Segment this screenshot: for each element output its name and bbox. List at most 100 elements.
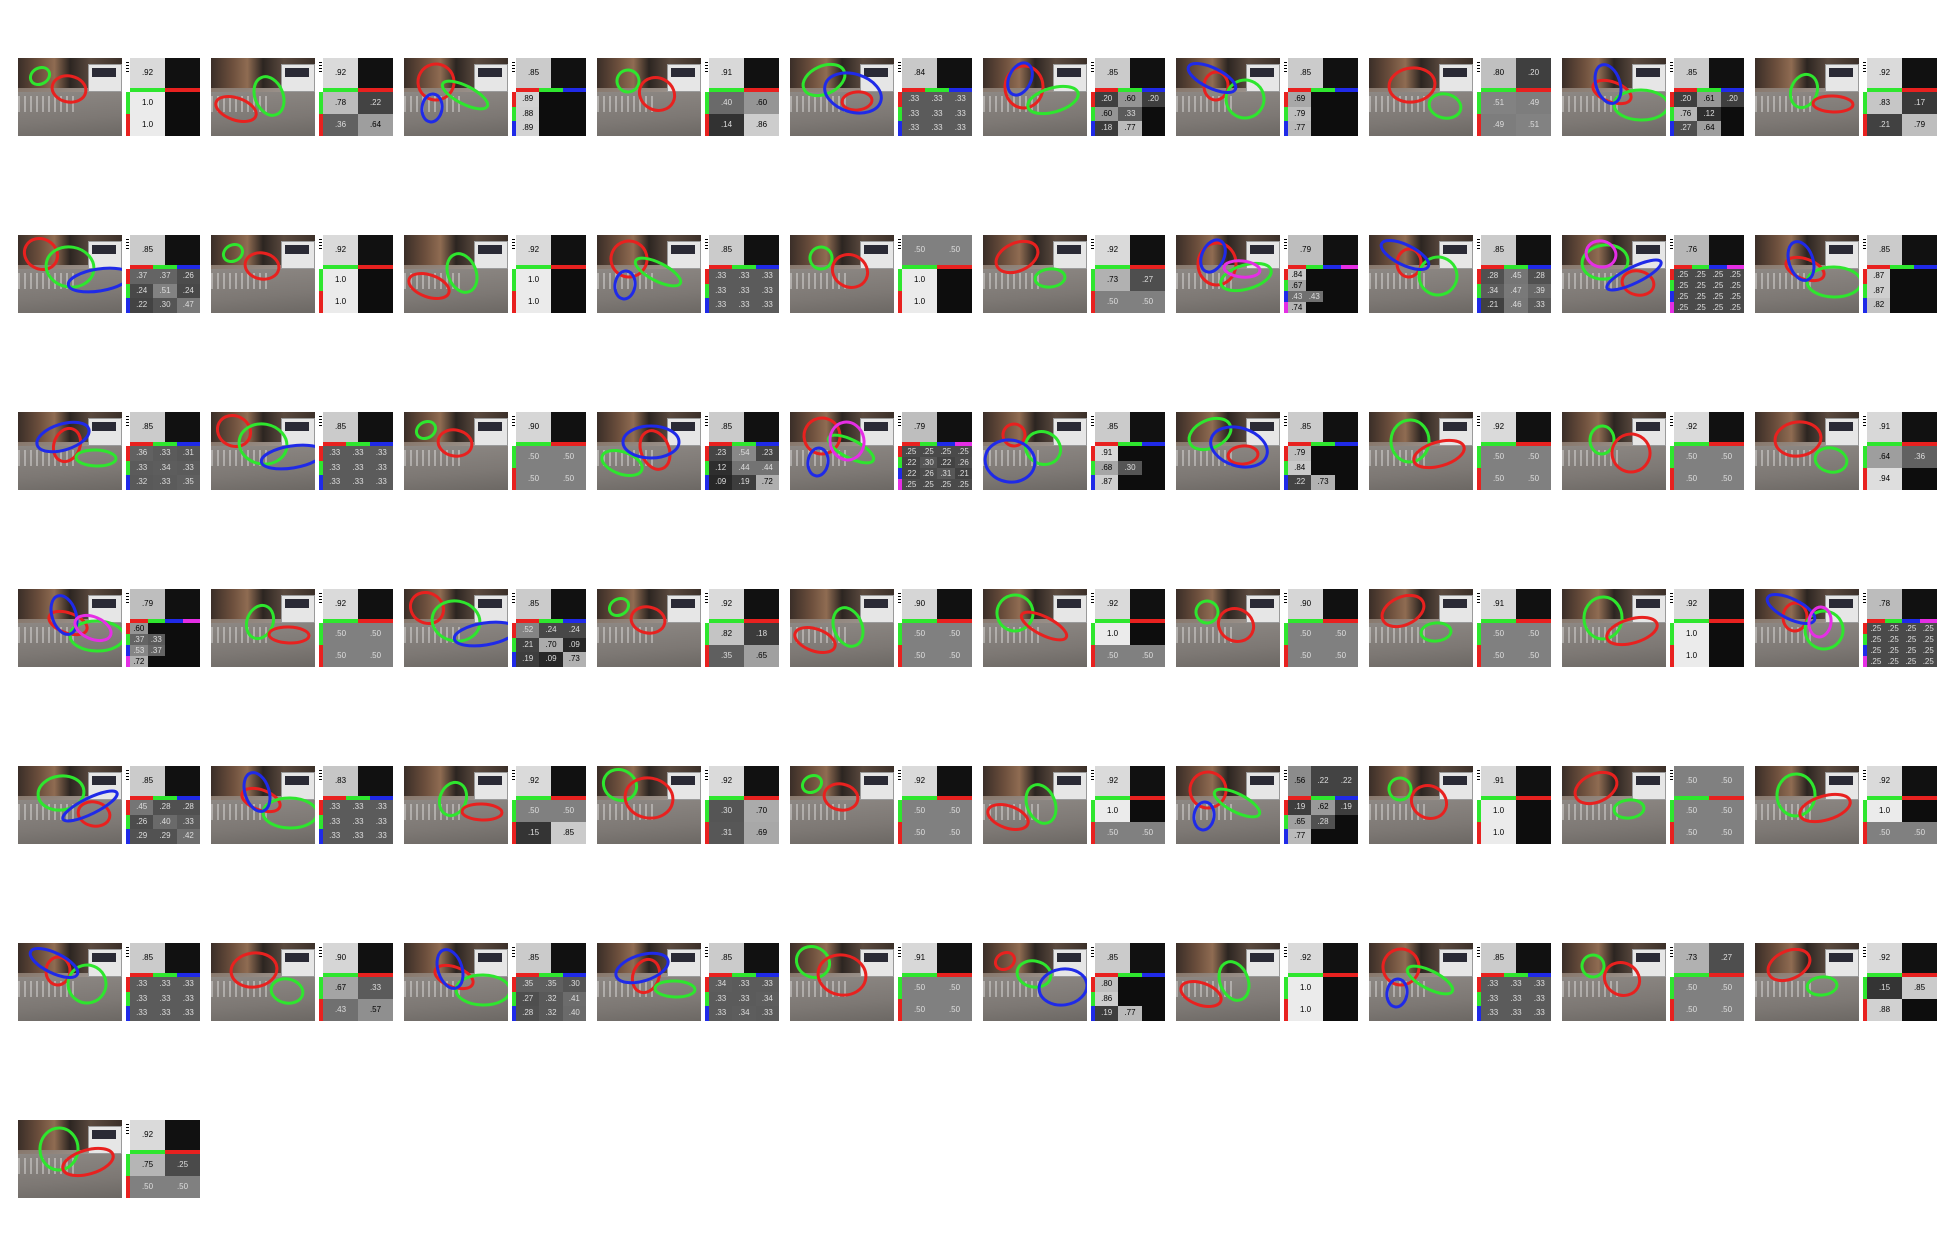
matrix-cell: .50 bbox=[516, 800, 551, 822]
red-cluster-ellipse bbox=[214, 95, 258, 123]
matrix-cell: .33 bbox=[323, 460, 347, 476]
scale-tick bbox=[1670, 62, 1673, 72]
matrix-cell: 1.0 bbox=[516, 269, 551, 291]
cluster-ellipses bbox=[1389, 418, 1466, 470]
matrix-cell: .35 bbox=[176, 475, 200, 490]
scale-tick bbox=[512, 947, 515, 957]
matrix-top-cell bbox=[551, 589, 586, 619]
cluster-ellipses bbox=[36, 774, 119, 828]
green-cluster-ellipse bbox=[1419, 621, 1453, 643]
green-cluster-ellipse bbox=[808, 245, 834, 271]
confusion-matrix: .92.50.50.15.85 bbox=[512, 766, 586, 844]
matrix-cell: .25 bbox=[1867, 634, 1885, 645]
scale-tick bbox=[898, 593, 901, 603]
matrix-cell: .33 bbox=[346, 829, 370, 844]
confusion-matrix: .91.50.50.50.50 bbox=[1477, 589, 1551, 667]
matrix-cell: .33 bbox=[130, 1006, 154, 1021]
matrix-cell: .50 bbox=[1709, 800, 1744, 822]
red-cluster-ellipse bbox=[1179, 980, 1223, 1008]
confusion-matrix: .92 .78.22.36.64 bbox=[319, 58, 393, 136]
result-panel: .56.22.22.19.62.19.65.28.77 bbox=[1176, 766, 1360, 846]
scene-thumbnail bbox=[18, 943, 122, 1021]
matrix-cell: .19 bbox=[732, 475, 756, 490]
matrix-cell bbox=[1141, 991, 1165, 1007]
result-panel: .85.87.87.82 bbox=[1755, 235, 1938, 315]
matrix-cell: .35 bbox=[539, 977, 563, 992]
matrix-cell: .33 bbox=[369, 814, 393, 830]
matrix-cell: .50 bbox=[937, 977, 972, 999]
result-panel: .90.50.50.50.50 bbox=[790, 589, 974, 669]
scale-tick bbox=[705, 770, 708, 780]
cluster-ellipses bbox=[794, 945, 868, 997]
matrix-cell: .50 bbox=[358, 645, 393, 667]
matrix-cell: .33 bbox=[323, 800, 347, 815]
matrix-top-cell bbox=[937, 589, 972, 619]
matrix-cell: .21 bbox=[954, 468, 972, 479]
scene-thumbnail bbox=[597, 235, 701, 313]
matrix-cell: .33 bbox=[709, 1006, 733, 1021]
cluster-ellipses bbox=[229, 951, 305, 1005]
matrix-top-cell bbox=[1130, 235, 1165, 265]
matrix-cell: .87 bbox=[1867, 283, 1891, 299]
scene-thumbnail bbox=[1176, 943, 1280, 1021]
matrix-cell bbox=[1305, 269, 1323, 280]
scene-thumbnail bbox=[211, 412, 315, 490]
matrix-cell: .33 bbox=[925, 92, 949, 107]
scale-tick bbox=[1670, 770, 1673, 780]
matrix-cell bbox=[1141, 460, 1165, 476]
matrix-cell bbox=[165, 92, 200, 114]
matrix-top-cell bbox=[1902, 412, 1937, 442]
cluster-ellipses bbox=[1580, 239, 1663, 297]
matrix-cell: .34 bbox=[732, 1006, 756, 1021]
matrix-cell bbox=[1305, 280, 1323, 291]
confusion-matrix: .85 .91.68.30.87 bbox=[1091, 412, 1165, 490]
matrix-cell: .50 bbox=[1481, 468, 1516, 490]
matrix-cell: .50 bbox=[1095, 645, 1130, 667]
matrix-cell: .33 bbox=[1527, 977, 1551, 992]
scene-thumbnail bbox=[1369, 235, 1473, 313]
matrix-cell bbox=[1323, 999, 1358, 1021]
matrix-cell: .25 bbox=[1919, 656, 1937, 667]
red-cluster-ellipse bbox=[61, 1146, 115, 1178]
matrix-cell bbox=[1141, 121, 1165, 136]
matrix-cell: .26 bbox=[954, 457, 972, 468]
matrix-cell: .50 bbox=[1323, 623, 1358, 645]
matrix-cell: .18 bbox=[744, 623, 779, 645]
matrix-cell bbox=[1334, 475, 1358, 490]
cluster-ellipses bbox=[28, 65, 88, 104]
matrix-cell: .50 bbox=[1130, 645, 1165, 667]
matrix-cell: .82 bbox=[709, 623, 744, 645]
matrix-cell: .33 bbox=[346, 800, 370, 815]
matrix-top-cell: .92 bbox=[709, 766, 744, 796]
matrix-cell: .25 bbox=[1726, 269, 1744, 280]
matrix-top-cell bbox=[165, 943, 200, 973]
matrix-cell: .50 bbox=[358, 623, 393, 645]
matrix-cell: .25 bbox=[1919, 623, 1937, 634]
matrix-cell: .67 bbox=[323, 977, 358, 999]
matrix-cell: .33 bbox=[948, 92, 972, 107]
confusion-matrix: .92 1.0 1.0 bbox=[319, 235, 393, 313]
scene-thumbnail bbox=[18, 58, 122, 136]
green-cluster-ellipse bbox=[601, 768, 639, 802]
matrix-cell: .21 bbox=[1481, 298, 1505, 313]
matrix-cell: .50 bbox=[1709, 977, 1744, 999]
scale-tick bbox=[705, 62, 708, 72]
matrix-cell bbox=[1720, 121, 1744, 136]
matrix-top-cell: .92 bbox=[323, 58, 358, 88]
matrix-cell: .40 bbox=[709, 92, 744, 114]
matrix-cell: .33 bbox=[176, 814, 200, 830]
matrix-cell: .28 bbox=[1311, 814, 1335, 830]
matrix-cell: .33 bbox=[176, 1006, 200, 1021]
matrix-top-cell bbox=[165, 766, 200, 796]
confusion-matrix: .91.50.50.50.50 bbox=[898, 943, 972, 1021]
matrix-top-cell bbox=[1902, 235, 1937, 265]
matrix-top-cell bbox=[1516, 589, 1551, 619]
scale-tick bbox=[898, 947, 901, 957]
matrix-cell: .33 bbox=[153, 446, 177, 461]
matrix-cell: .33 bbox=[1481, 1006, 1505, 1021]
matrix-cell: .50 bbox=[1323, 645, 1358, 667]
cluster-ellipses bbox=[1187, 416, 1269, 469]
green-cluster-ellipse bbox=[1813, 446, 1849, 474]
matrix-top-cell: .92 bbox=[1867, 943, 1902, 973]
result-panel: .92.50.50.50.50 bbox=[1369, 412, 1553, 492]
